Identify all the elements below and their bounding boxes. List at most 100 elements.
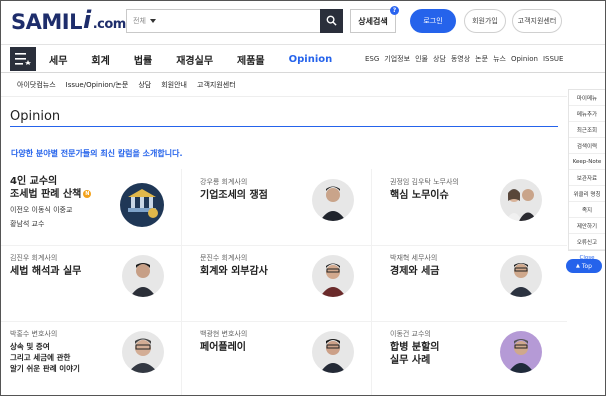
- top-header: SAMIL i .com 전체 상세검색 ? 로그인 회원가입 고객지원센터: [1, 1, 605, 45]
- rail-report-error[interactable]: 오류신고: [569, 234, 605, 250]
- column-card[interactable]: 박재혁 세무사의 경제와 세금: [381, 245, 562, 321]
- author-photo: [122, 255, 164, 297]
- rail-suggest[interactable]: 제안하기: [569, 218, 605, 234]
- rail-keep-note[interactable]: Keep-Note: [569, 154, 605, 170]
- nav-tax[interactable]: 세무: [49, 52, 67, 67]
- person-icon: [320, 186, 346, 221]
- card-title: 4인 교수의 조세법 판례 산책 N: [10, 175, 92, 201]
- tax-law-icon: [128, 189, 158, 218]
- help-badge[interactable]: ?: [390, 6, 399, 15]
- logo-i: i: [82, 6, 91, 34]
- main-nav: 세무 회계 법률 재경실무 제품몰 Opinion: [49, 45, 356, 73]
- author-photo: [500, 179, 542, 221]
- column-card[interactable]: 강우룡 회계사의 기업조세의 쟁점: [191, 169, 372, 245]
- chevron-down-icon: [149, 19, 156, 23]
- column-card[interactable]: 박홍수 변호사의 상속 및 증여 그리고 세금에 관한 알기 쉬운 판례 이야기: [1, 321, 182, 395]
- rail-search-history[interactable]: 검색이력: [569, 138, 605, 154]
- card-author: 김진우 회계사의: [10, 254, 58, 262]
- search-category-label: 전체: [133, 17, 146, 25]
- author-photo: [312, 331, 354, 373]
- card-title-line: 합병 분할의: [390, 342, 440, 353]
- section-tabs: 아이닷컴뉴스 Issue/Opinion/논문 상담 회원안내 고객지원센터: [1, 73, 567, 97]
- card-title-line: 그리고 세금에 관한: [10, 353, 71, 362]
- subnav-opinion[interactable]: Opinion: [511, 55, 538, 63]
- subnav-esg[interactable]: ESG: [365, 55, 379, 63]
- login-button[interactable]: 로그인: [410, 9, 456, 33]
- nav-law[interactable]: 법률: [134, 52, 152, 67]
- page-intro: 다양한 분야별 전문가들의 최신 칼럼을 소개합니다.: [11, 149, 183, 158]
- card-authors: 황남석 교수: [10, 220, 45, 228]
- rail-item[interactable]: 족지: [569, 202, 605, 218]
- card-title-line: 상속 및 증여: [10, 342, 50, 351]
- card-title: 페어플레이: [200, 342, 246, 353]
- tab-member-info[interactable]: 회원안내: [161, 80, 187, 90]
- logo-text: SAMIL: [11, 10, 82, 34]
- search-bar: 전체: [126, 8, 343, 33]
- scroll-top-button[interactable]: ▲ Top: [566, 259, 602, 273]
- column-card[interactable]: 4인 교수의 조세법 판례 산책 N 이전오 이동식 이중교 황남석 교수: [1, 169, 182, 245]
- column-card[interactable]: 이동건 교수의 합병 분할의 실무 사례: [381, 321, 562, 395]
- all-menu-button[interactable]: [10, 47, 36, 71]
- subnav-issue[interactable]: ISSUE: [543, 55, 564, 63]
- author-photo: [312, 255, 354, 297]
- subnav-papers[interactable]: 논문: [475, 54, 488, 64]
- search-category-select[interactable]: 전체: [127, 16, 167, 26]
- nav-opinion[interactable]: Opinion: [289, 54, 333, 65]
- nav-product-mall[interactable]: 제품몰: [237, 52, 265, 67]
- top-label: Top: [581, 262, 592, 270]
- page-title: Opinion: [10, 109, 61, 124]
- tab-issue-opinion[interactable]: Issue/Opinion/논문: [66, 80, 129, 90]
- rail-my-menu[interactable]: 마이메뉴: [569, 90, 605, 106]
- card-title-line: 알기 쉬운 판례 이야기: [10, 364, 80, 373]
- person-icon: [506, 189, 537, 221]
- card-authors: 이전오 이동식 이중교: [10, 206, 73, 214]
- tab-news[interactable]: 아이닷컴뉴스: [17, 80, 56, 90]
- search-input[interactable]: [167, 10, 320, 32]
- rail-saved[interactable]: 보관자료: [569, 170, 605, 186]
- nav-accounting[interactable]: 회계: [91, 52, 109, 67]
- rail-weekly[interactable]: 위클리 명칭: [569, 186, 605, 202]
- card-title-line: 조세법 판례 산책 N: [10, 188, 92, 201]
- author-photo: [312, 179, 354, 221]
- rail-recent[interactable]: 최근조회: [569, 122, 605, 138]
- card-author: 권정임 김우탁 노무사의: [390, 178, 459, 186]
- samil-logo[interactable]: SAMIL i .com: [11, 6, 126, 34]
- subnav-people[interactable]: 인물: [415, 54, 428, 64]
- tab-consult[interactable]: 상담: [138, 80, 151, 90]
- card-author: 박홍수 변호사의: [10, 330, 58, 338]
- column-card[interactable]: 문진수 회계사의 회계와 외부감사: [191, 245, 372, 321]
- card-title-line: 4인 교수의: [10, 176, 58, 187]
- person-icon: [508, 263, 534, 297]
- nav-finance-practice[interactable]: 재경실무: [176, 52, 213, 67]
- join-button[interactable]: 회원가입: [464, 9, 506, 33]
- menu-icon: [15, 53, 31, 65]
- column-card[interactable]: 백광현 변호사의 페어플레이: [191, 321, 372, 395]
- column-thumbnail: [120, 183, 164, 227]
- person-icon: [130, 263, 156, 297]
- search-icon: [326, 15, 337, 26]
- rail-add-menu[interactable]: 메뉴추가: [569, 106, 605, 122]
- author-photo: [122, 331, 164, 373]
- card-title: 회계와 외부감사: [200, 266, 268, 277]
- author-photo: [500, 331, 542, 373]
- column-card[interactable]: 김진우 회계사의 세법 해석과 실무: [1, 245, 182, 321]
- card-title: 상속 및 증여 그리고 세금에 관한 알기 쉬운 판례 이야기: [10, 341, 80, 374]
- search-button[interactable]: [320, 8, 343, 33]
- card-title: 합병 분할의 실무 사례: [390, 341, 439, 367]
- card-author: 박재혁 세무사의: [390, 254, 438, 262]
- customer-center-button[interactable]: 고객지원센터: [512, 9, 562, 33]
- card-title: 기업조세의 쟁점: [200, 190, 268, 201]
- tab-customer-center[interactable]: 고객지원센터: [197, 80, 236, 90]
- subnav-news[interactable]: 뉴스: [493, 54, 506, 64]
- person-icon: [320, 339, 346, 373]
- subnav-company-info[interactable]: 기업정보: [384, 54, 410, 64]
- new-badge: N: [83, 190, 92, 198]
- chevron-up-icon: ▲: [576, 263, 580, 269]
- subnav-consult[interactable]: 상담: [433, 54, 446, 64]
- column-card[interactable]: 권정임 김우탁 노무사의 핵심 노무이슈: [381, 169, 562, 245]
- card-title: 핵심 노무이슈: [390, 190, 449, 201]
- card-title: 세법 해석과 실무: [10, 266, 82, 277]
- advanced-search-button[interactable]: 상세검색 ?: [350, 6, 399, 33]
- card-author: 강우룡 회계사의: [200, 178, 248, 186]
- subnav-video[interactable]: 동영상: [451, 54, 470, 64]
